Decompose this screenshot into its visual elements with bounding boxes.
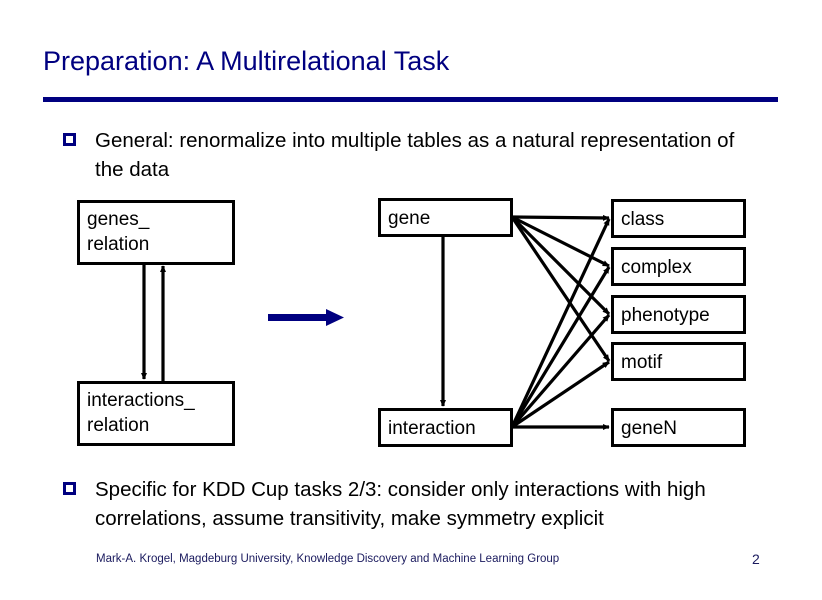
box-label-line1: class	[621, 209, 665, 230]
box-label-line1: motif	[621, 352, 663, 373]
box-label-line2: relation	[87, 415, 150, 436]
box-label-line1: phenotype	[621, 305, 710, 326]
box-label-line1: complex	[621, 257, 692, 278]
slide: Preparation: A Multirelational Task Gene…	[0, 0, 822, 600]
box-gene[interactable]: gene	[378, 198, 513, 237]
box-motif[interactable]: motif	[611, 342, 746, 381]
box-genes-relation[interactable]: genes_ relation	[77, 200, 235, 265]
box-label-line1: interaction	[388, 418, 476, 439]
box-interaction[interactable]: interaction	[378, 408, 513, 447]
box-phenotype[interactable]: phenotype	[611, 295, 746, 334]
box-label-line1: interactions_	[87, 390, 195, 411]
box-genen[interactable]: geneN	[611, 408, 746, 447]
transform-arrow-icon	[268, 309, 344, 326]
box-complex[interactable]: complex	[611, 247, 746, 286]
box-class[interactable]: class	[611, 199, 746, 238]
box-interactions-relation[interactable]: interactions_ relation	[77, 381, 235, 446]
box-label-line1: geneN	[621, 418, 677, 439]
box-label-line1: gene	[388, 208, 431, 229]
box-label-line1: genes_	[87, 209, 150, 230]
diagram-multirelational-schema: genes_ relation interactions_ relation g…	[0, 0, 822, 600]
box-label-line2: relation	[87, 234, 150, 255]
